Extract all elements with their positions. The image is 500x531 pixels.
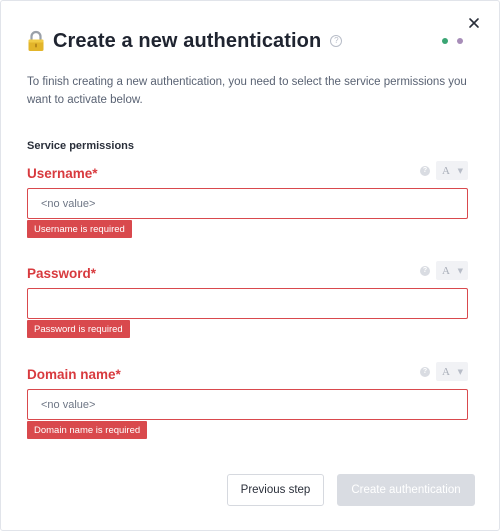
chevron-down-icon: ▼	[457, 266, 463, 275]
text-type-icon: A	[442, 264, 450, 277]
chevron-down-icon: ▼	[457, 166, 463, 175]
password-error-badge: Password is required	[27, 320, 130, 338]
domain-name-field-group: Domain name* ? A ▼ <no value> Domain nam…	[27, 362, 468, 439]
question-icon[interactable]: ?	[420, 265, 430, 276]
username-label: Username*	[27, 166, 98, 181]
previous-step-button[interactable]: Previous step	[227, 474, 324, 506]
value-type-select[interactable]: A ▼	[436, 161, 468, 180]
password-label: Password*	[27, 266, 97, 281]
password-input[interactable]	[27, 288, 468, 319]
question-icon[interactable]: ?	[420, 165, 430, 176]
help-icon[interactable]: ?	[330, 35, 343, 47]
domain-name-field-tools: ? A ▼	[420, 362, 468, 381]
intro-text: To finish creating a new authentication,…	[27, 76, 467, 106]
text-type-icon: A	[442, 164, 450, 177]
step-dot-current	[442, 38, 448, 44]
username-field-tools: ? A ▼	[420, 161, 468, 180]
chevron-down-icon: ▼	[457, 367, 463, 376]
domain-name-input[interactable]: <no value>	[27, 389, 468, 420]
question-icon[interactable]: ?	[420, 366, 430, 377]
step-dot-upcoming	[457, 38, 463, 44]
text-type-icon: A	[442, 365, 450, 378]
password-field-group: Password* ? A ▼ Password is required	[27, 261, 468, 338]
create-authentication-button[interactable]: Create authentication	[337, 474, 475, 506]
username-input[interactable]: <no value>	[27, 188, 468, 219]
domain-name-error-badge: Domain name is required	[27, 421, 148, 439]
dialog-header: Create a new authentication ?	[27, 28, 343, 54]
lock-icon	[27, 30, 45, 52]
value-type-select[interactable]: A ▼	[436, 261, 468, 280]
username-field-group: Username* ? A ▼ <no value> Username is r…	[27, 161, 468, 238]
domain-name-label: Domain name*	[27, 367, 121, 382]
password-field-tools: ? A ▼	[420, 261, 468, 280]
page-title: Create a new authentication	[53, 29, 322, 52]
create-authentication-dialog: Create a new authentication ? To finish …	[0, 0, 500, 531]
section-heading: Service permissions	[27, 140, 135, 152]
username-error-badge: Username is required	[27, 220, 132, 238]
step-indicator	[442, 38, 463, 44]
close-icon[interactable]	[467, 16, 481, 30]
value-type-select[interactable]: A ▼	[436, 362, 468, 381]
